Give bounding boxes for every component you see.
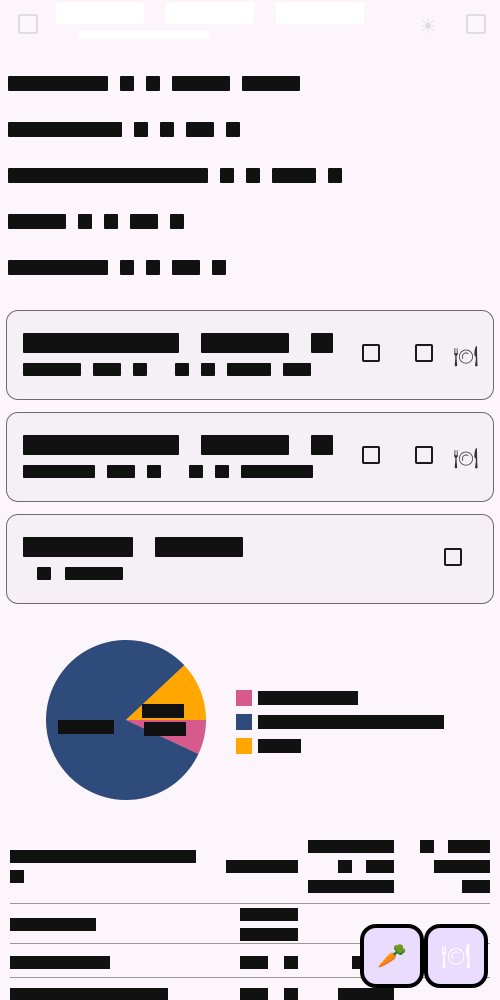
checkbox-a[interactable]	[362, 446, 380, 464]
recipe-card[interactable]	[6, 514, 494, 604]
stat-row	[8, 106, 488, 152]
header-cell	[10, 850, 196, 863]
table-cell	[10, 956, 110, 969]
legend-label	[258, 691, 358, 705]
header-cell	[226, 860, 298, 873]
carrot-icon: 🥕	[377, 942, 407, 970]
stats-list	[8, 60, 488, 290]
menu-icon[interactable]	[18, 14, 38, 34]
checkbox-a[interactable]	[362, 344, 380, 362]
card-title	[23, 537, 243, 557]
header-cell	[420, 840, 434, 853]
card-subtitle	[23, 363, 311, 376]
app-bar: ☀	[0, 0, 500, 48]
stat-row	[8, 198, 488, 244]
header-cell	[448, 840, 490, 853]
checkbox-b[interactable]	[415, 344, 433, 362]
header-cell	[434, 860, 490, 873]
header-cell	[308, 880, 394, 893]
serving-dish-icon[interactable]: 🍽	[453, 445, 479, 471]
legend-item	[236, 686, 444, 710]
table-cell	[240, 988, 268, 1000]
legend-label	[258, 739, 301, 753]
table-cell	[10, 988, 168, 1000]
tab-1[interactable]	[56, 2, 144, 24]
stat-row	[8, 60, 488, 106]
legend-label	[258, 715, 444, 729]
tab-3[interactable]	[276, 2, 364, 24]
header-cell	[366, 860, 394, 873]
serving-dish-icon: 🍽	[440, 942, 472, 970]
checkbox-a[interactable]	[444, 548, 462, 566]
table-cell	[284, 956, 298, 969]
table-cell	[338, 988, 394, 1000]
more-icon[interactable]	[466, 14, 486, 34]
chart-legend	[236, 686, 444, 758]
header-cell	[462, 880, 490, 893]
recipe-card[interactable]: 🍽	[6, 412, 494, 502]
table-cell	[284, 988, 298, 1000]
serving-dish-button[interactable]: 🍽	[424, 924, 488, 988]
card-title	[23, 435, 333, 455]
legend-swatch	[236, 714, 252, 730]
table-cell	[10, 918, 96, 931]
stat-row	[8, 244, 488, 290]
legend-item	[236, 734, 444, 758]
stat-row	[8, 152, 488, 198]
checkbox-b[interactable]	[415, 446, 433, 464]
legend-swatch	[236, 690, 252, 706]
table-cell	[240, 908, 298, 921]
slice-label	[58, 720, 114, 734]
theme-icon[interactable]: ☀	[416, 14, 440, 38]
header-cell	[10, 870, 24, 883]
header-cell	[308, 840, 394, 853]
card-subtitle	[37, 567, 123, 580]
legend-swatch	[236, 738, 252, 754]
slice-label	[144, 722, 186, 736]
tab-indicator	[78, 31, 210, 39]
card-title	[23, 333, 333, 353]
table-cell	[240, 928, 298, 941]
legend-item	[236, 710, 444, 734]
table-header	[10, 836, 490, 904]
serving-dish-icon[interactable]: 🍽	[453, 343, 479, 369]
carrot-button[interactable]: 🥕	[360, 924, 424, 988]
slice-label	[142, 704, 184, 718]
recipe-card[interactable]: 🍽	[6, 310, 494, 400]
header-cell	[338, 860, 352, 873]
tab-2[interactable]	[166, 2, 254, 24]
table-cell	[240, 956, 268, 969]
card-subtitle	[23, 465, 313, 478]
